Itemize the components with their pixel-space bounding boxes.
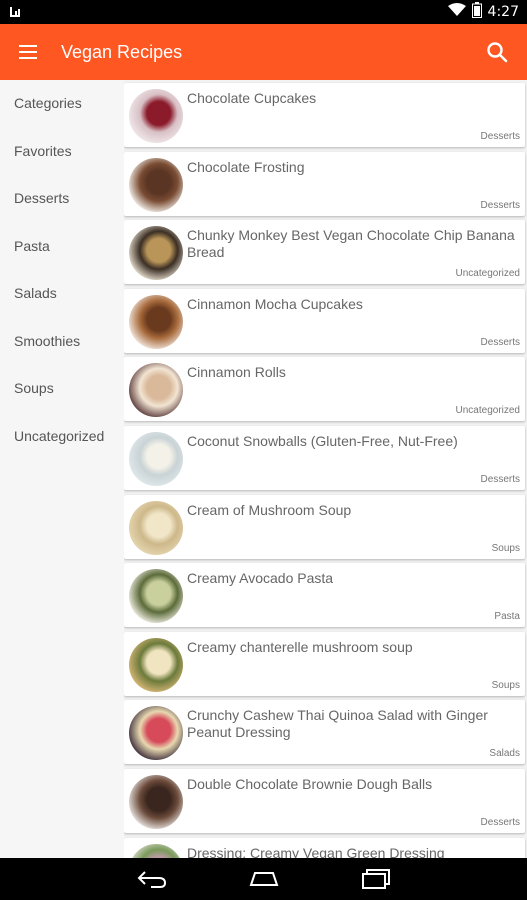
home-icon[interactable] [244, 864, 284, 894]
recipe-thumbnail [129, 432, 183, 486]
recipe-name: Chunky Monkey Best Vegan Chocolate Chip … [187, 227, 515, 261]
recipe-thumbnail [129, 157, 183, 212]
recipe-category: Soups [491, 679, 520, 691]
recipe-card[interactable]: Dressing: Creamy Vegan Green Dressing [124, 837, 525, 858]
recipe-thumbnail [129, 500, 183, 555]
notification-icon [8, 4, 24, 20]
sidebar-item-favorites[interactable]: Favorites [0, 128, 124, 176]
recipe-card[interactable]: Coconut Snowballs (Gluten-Free, Nut-Free… [124, 426, 525, 490]
recipe-card[interactable]: Chocolate Cupcakes Desserts [124, 83, 525, 147]
sidebar-item-soups[interactable]: Soups [0, 365, 124, 413]
recipe-card[interactable]: Cinnamon Mocha Cupcakes Desserts [124, 288, 525, 353]
sidebar-item-categories[interactable]: Categories [0, 80, 124, 128]
status-right: 4:27 [447, 0, 519, 24]
recipe-name: Dressing: Creamy Vegan Green Dressing [187, 844, 445, 858]
sidebar-item-desserts[interactable]: Desserts [0, 175, 124, 223]
recipe-name: Cinnamon Rolls [187, 364, 286, 381]
recipe-category: Desserts [480, 817, 520, 828]
recipe-card[interactable]: Chunky Monkey Best Vegan Chocolate Chip … [124, 220, 525, 285]
recipe-card[interactable]: Double Chocolate Brownie Dough Balls Dess… [124, 769, 525, 833]
recipe-list[interactable]: Chocolate Cupcakes Desserts Chocolate Fros… [124, 80, 527, 858]
recipe-thumbnail [129, 775, 183, 829]
recipe-thumbnail [129, 363, 183, 418]
recipe-category: Uncategorized [455, 268, 520, 280]
recipe-name: Creamy chanterelle mushroom soup [187, 638, 413, 655]
sidebar-item-pasta[interactable]: Pasta [0, 223, 124, 271]
recipe-name: Cinnamon Mocha Cupcakes [187, 295, 363, 312]
recipe-thumbnail [129, 843, 183, 858]
recipe-name: Double Chocolate Brownie Dough Balls [187, 776, 433, 792]
status-time: 4:27 [487, 4, 519, 20]
recipe-thumbnail [129, 226, 183, 281]
recipe-card[interactable]: Chocolate Frosting Desserts [124, 151, 525, 216]
wifi-icon [447, 3, 466, 21]
recipe-thumbnail [129, 294, 183, 349]
recipe-category: Soups [491, 542, 520, 554]
back-icon[interactable] [132, 864, 172, 894]
recipe-name: Crunchy Cashew Thai Quinoa Salad with Gi… [187, 707, 488, 741]
recipe-category: Desserts [480, 336, 520, 348]
recipe-thumbnail [129, 706, 183, 761]
sidebar-item-smoothies[interactable]: Smoothies [0, 318, 124, 366]
recipe-name: Creamy Avocado Pasta [187, 570, 334, 587]
sidebar-item-uncategorized[interactable]: Uncategorized [0, 413, 124, 461]
recents-icon[interactable] [356, 864, 396, 894]
recipe-thumbnail [129, 89, 183, 143]
hamburger-menu-icon[interactable] [14, 38, 42, 66]
recipe-card[interactable]: Crunchy Cashew Thai Quinoa Salad with Gi… [124, 700, 525, 765]
recipe-card[interactable]: Creamy chanterelle mushroom soup Soups [124, 631, 525, 696]
status-bar: 4:27 [0, 0, 527, 24]
app-bar: Vegan Recipes [0, 24, 527, 80]
recipe-card[interactable]: Cinnamon Rolls Uncategorized [124, 357, 525, 422]
recipe-category: Desserts [480, 131, 520, 142]
recipe-thumbnail [129, 637, 183, 692]
system-nav-bar [0, 858, 527, 900]
recipe-name: Chocolate Frosting [187, 158, 305, 175]
recipe-category: Uncategorized [455, 405, 520, 417]
recipe-card[interactable]: Cream of Mushroom Soup Soups [124, 494, 525, 559]
recipe-category: Desserts [480, 199, 520, 211]
recipe-category: Pasta [494, 611, 520, 623]
recipe-category: Desserts [480, 474, 520, 485]
recipe-category: Salads [489, 748, 520, 760]
search-icon[interactable] [483, 38, 511, 66]
recipe-name: Chocolate Cupcakes [187, 90, 317, 106]
recipe-name: Coconut Snowballs (Gluten-Free, Nut-Free… [187, 433, 458, 449]
app-title: Vegan Recipes [61, 42, 183, 62]
battery-icon [471, 2, 482, 22]
sidebar-item-salads[interactable]: Salads [0, 270, 124, 318]
category-sidebar: Categories Favorites Desserts Pasta Sala… [0, 80, 124, 858]
recipe-thumbnail [129, 569, 183, 624]
recipe-name: Cream of Mushroom Soup [187, 501, 352, 518]
recipe-card[interactable]: Creamy Avocado Pasta Pasta [124, 563, 525, 628]
